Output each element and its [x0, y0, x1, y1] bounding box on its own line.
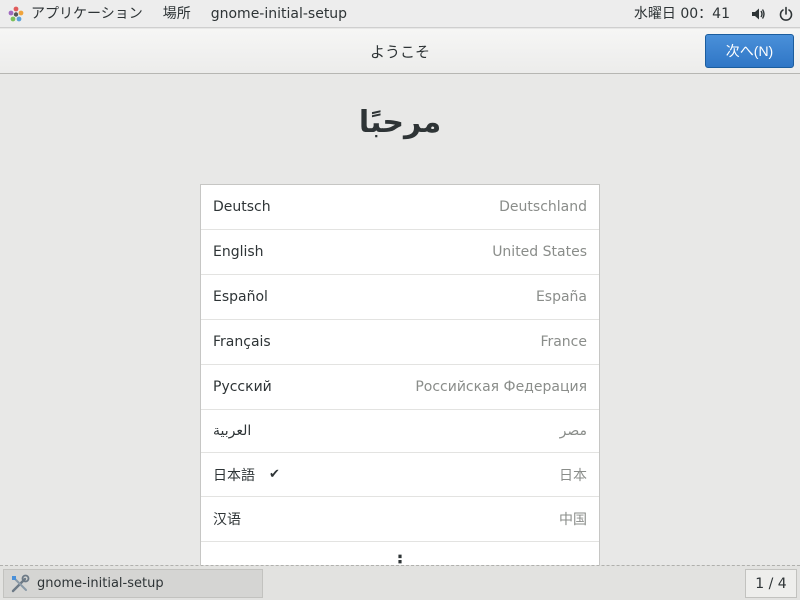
- top-bar: アプリケーション 場所 gnome-initial-setup 水曜日 00：4…: [0, 0, 800, 28]
- taskbar-window-label: gnome-initial-setup: [37, 576, 164, 591]
- language-row-deutsch[interactable]: Deutsch Deutschland: [201, 185, 599, 230]
- language-row-francais[interactable]: Français France: [201, 320, 599, 365]
- app-menu[interactable]: gnome-initial-setup: [201, 0, 357, 28]
- taskbar-window-button[interactable]: gnome-initial-setup: [3, 569, 263, 598]
- language-row-arabic[interactable]: العربية مصر: [201, 410, 599, 453]
- setup-tools-icon: [10, 574, 30, 594]
- welcome-heading: مرحبًا: [358, 105, 442, 140]
- next-button[interactable]: 次へ(N): [705, 34, 794, 68]
- language-list: Deutsch Deutschland English United State…: [200, 184, 600, 568]
- language-row-english[interactable]: English United States: [201, 230, 599, 275]
- gnome-foot-icon: [8, 6, 24, 22]
- language-name: Русский: [213, 379, 272, 395]
- applications-menu[interactable]: アプリケーション: [0, 0, 153, 28]
- language-name: English: [213, 244, 264, 260]
- language-row-russian[interactable]: Русский Российская Федерация: [201, 365, 599, 410]
- header-bar: ようこそ 次へ(N): [0, 29, 800, 74]
- checkmark-icon: ✔: [269, 467, 280, 482]
- language-row-espanol[interactable]: Español España: [201, 275, 599, 320]
- language-name: Español: [213, 289, 268, 305]
- language-country: مصر: [559, 423, 587, 439]
- language-name: Deutsch: [213, 199, 271, 215]
- language-name: 汉语: [213, 512, 241, 528]
- power-icon[interactable]: [772, 0, 800, 28]
- language-country: Deutschland: [499, 199, 587, 215]
- language-name: العربية: [213, 423, 252, 439]
- language-name-selected: 日本語 ✔: [213, 465, 280, 485]
- language-country: France: [540, 334, 587, 350]
- language-country: España: [535, 289, 587, 305]
- language-country: Российская Федерация: [415, 379, 587, 395]
- applications-label: アプリケーション: [31, 5, 143, 22]
- volume-icon[interactable]: [744, 0, 772, 28]
- welcome-page: مرحبًا Deutsch Deutschland English Unite…: [0, 75, 800, 568]
- language-row-chinese[interactable]: 汉语 中国: [201, 497, 599, 542]
- language-country: United States: [492, 244, 587, 260]
- language-row-japanese[interactable]: 日本語 ✔ 日本: [201, 453, 599, 497]
- language-name: Français: [213, 334, 271, 350]
- taskbar: gnome-initial-setup 1 / 4: [0, 565, 800, 600]
- language-country: 日本: [559, 467, 587, 484]
- workspace-indicator[interactable]: 1 / 4: [745, 569, 797, 598]
- page-title: ようこそ: [369, 42, 430, 61]
- clock[interactable]: 水曜日 00：41: [620, 0, 744, 28]
- language-name-text: 日本語: [213, 467, 255, 484]
- language-country: 中国: [559, 512, 587, 528]
- places-menu[interactable]: 場所: [153, 0, 201, 28]
